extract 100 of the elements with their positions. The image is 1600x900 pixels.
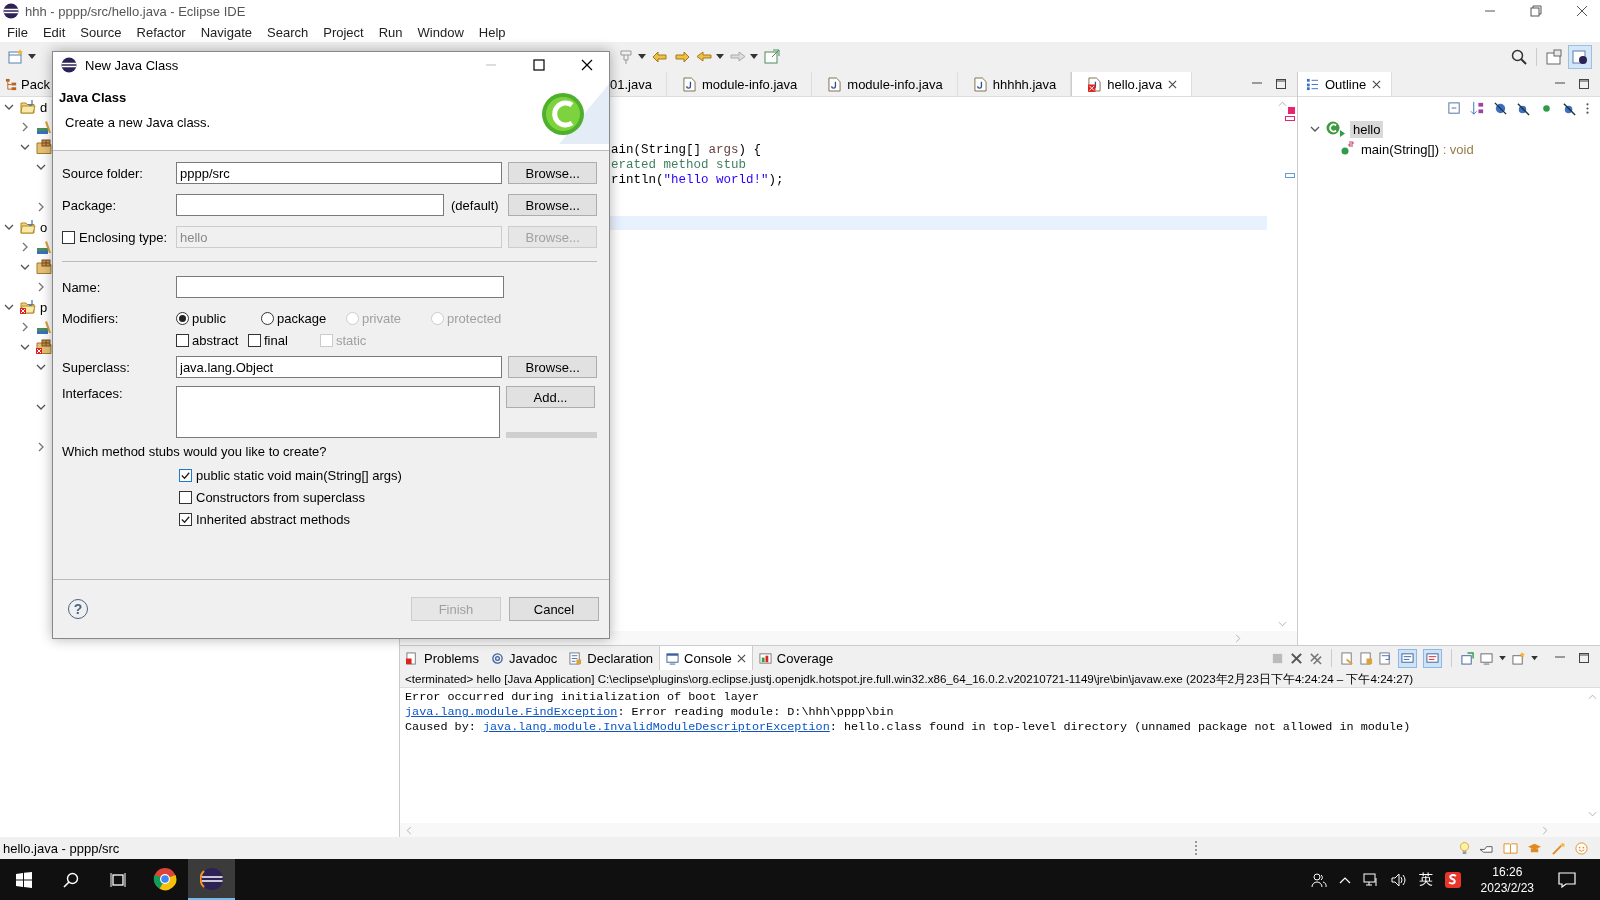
source-folder-field[interactable]: pppp/src <box>176 162 503 184</box>
editor-tab[interactable]: hhhhh.java <box>957 72 1072 96</box>
browse-button[interactable]: Browse... <box>508 194 597 216</box>
notifications-icon[interactable] <box>1558 871 1576 888</box>
previous-edit-icon[interactable] <box>652 49 668 65</box>
dropdown-arrow-icon[interactable] <box>638 54 646 60</box>
menu-item[interactable]: Help <box>478 24 506 40</box>
volume-icon[interactable] <box>1390 871 1407 888</box>
dialog-button[interactable]: Cancel <box>509 597 599 621</box>
menu-item[interactable]: Project <box>323 24 364 40</box>
taskbar-app[interactable] <box>188 859 235 900</box>
menu-item[interactable]: Source <box>80 24 122 40</box>
close-icon[interactable] <box>1372 79 1382 89</box>
scroll-lock-icon[interactable] <box>1360 651 1373 665</box>
dropdown-arrow-icon[interactable] <box>750 54 758 60</box>
hide-fields-icon[interactable] <box>1493 100 1508 116</box>
display-console-icon[interactable] <box>1480 651 1493 665</box>
project-name[interactable]: p <box>40 299 48 315</box>
checkbox[interactable] <box>248 333 261 347</box>
add-button[interactable]: Add... <box>506 386 595 408</box>
maximize-icon[interactable] <box>533 59 545 71</box>
maximize-icon[interactable] <box>1275 78 1287 90</box>
restore-icon[interactable] <box>1530 5 1542 17</box>
dialog-title: New Java Class <box>85 57 179 73</box>
close-icon[interactable] <box>1168 79 1178 89</box>
eclipse-logo-icon[interactable] <box>199 866 224 891</box>
view-tab[interactable]: Declaration <box>563 646 660 670</box>
remove-all-icon[interactable] <box>1309 651 1322 665</box>
checkbox[interactable] <box>179 490 192 504</box>
view-tab[interactable]: Console <box>659 646 753 670</box>
project-name[interactable]: o <box>40 219 48 235</box>
network-icon[interactable] <box>1362 871 1379 888</box>
outline-tab[interactable]: Outline <box>1298 72 1393 96</box>
menu-item[interactable]: Edit <box>42 24 66 40</box>
people-icon[interactable] <box>1310 871 1327 888</box>
tree-item[interactable]: hello <box>1350 120 1384 138</box>
checkbox[interactable] <box>179 512 192 526</box>
dropdown-arrow-icon[interactable] <box>716 54 724 60</box>
open-task-icon[interactable] <box>764 49 780 65</box>
error-marker-icon[interactable] <box>1288 107 1295 114</box>
interfaces-list[interactable] <box>176 386 500 438</box>
dropdown-arrow-icon[interactable] <box>1531 655 1538 661</box>
menu-item[interactable]: File <box>7 24 28 40</box>
menu-item[interactable]: Run <box>378 24 403 40</box>
occurrence-marker-icon[interactable] <box>1285 173 1295 178</box>
new-console-icon[interactable] <box>1512 651 1525 665</box>
dropdown-arrow-icon[interactable] <box>28 54 36 60</box>
task-view-icon[interactable] <box>109 871 126 888</box>
remove-launch-icon[interactable] <box>1290 651 1303 665</box>
stack-trace-link[interactable]: java.lang.module.InvalidModuleDescriptorException <box>482 720 830 734</box>
close-icon[interactable] <box>581 59 593 71</box>
name-field[interactable] <box>176 276 504 298</box>
sogou-icon[interactable] <box>1444 871 1461 888</box>
dropdown-arrow-icon[interactable] <box>1499 655 1506 661</box>
clock[interactable]: 16:26 2023/2/23 <box>1480 859 1534 900</box>
project-name[interactable]: d <box>40 99 48 115</box>
error-marker-icon[interactable] <box>1285 116 1295 121</box>
menu-item[interactable]: Search <box>267 24 309 40</box>
package-field[interactable] <box>176 194 444 216</box>
open-perspective-icon[interactable] <box>1546 49 1562 65</box>
view-tab[interactable]: Problems <box>400 646 485 670</box>
search-icon[interactable] <box>1511 49 1527 65</box>
input-method-indicator[interactable]: 英 <box>1418 870 1433 889</box>
checkbox[interactable] <box>176 333 189 347</box>
stack-trace-link[interactable]: java.lang.module.FindException <box>405 705 618 719</box>
checkbox-label: public static void main(String[] args) <box>196 467 402 483</box>
word-wrap-icon[interactable] <box>1379 651 1392 665</box>
checkbox[interactable] <box>179 468 192 482</box>
editor-tab[interactable]: module-info.java <box>812 72 958 96</box>
radio-button[interactable] <box>176 311 189 325</box>
browse-button[interactable]: Browse... <box>508 356 597 378</box>
package-explorer-icon <box>5 77 18 91</box>
menu-item[interactable]: Window <box>417 24 464 40</box>
sort-icon[interactable] <box>1470 100 1485 116</box>
chrome-logo-icon[interactable] <box>152 866 177 891</box>
chevron-up-icon[interactable] <box>1338 875 1351 884</box>
windows-logo-icon[interactable] <box>15 871 32 888</box>
tree-item[interactable]: main(String[]) : void <box>1358 140 1477 158</box>
superclass-field[interactable]: java.lang.Object <box>176 356 503 378</box>
browse-button[interactable]: Browse... <box>508 162 597 184</box>
next-edit-icon[interactable] <box>674 49 690 65</box>
maximize-icon[interactable] <box>1578 652 1590 664</box>
view-tab[interactable]: Javadoc <box>484 646 564 670</box>
hide-static-icon[interactable] <box>1516 100 1531 116</box>
hide-local-types-icon[interactable] <box>1562 100 1577 116</box>
close-icon[interactable] <box>736 653 746 663</box>
maximize-icon[interactable] <box>1578 78 1590 90</box>
collapse-all-icon[interactable] <box>1447 100 1462 116</box>
menu-item[interactable]: Refactor <box>136 24 186 40</box>
clear-console-icon[interactable] <box>1341 651 1354 665</box>
menu-item[interactable]: Navigate <box>200 24 252 40</box>
editor-tab[interactable]: hello.java <box>1071 72 1193 96</box>
view-tab[interactable]: Pack <box>0 76 50 92</box>
search-icon[interactable] <box>62 871 79 888</box>
close-icon[interactable] <box>1576 5 1588 17</box>
view-menu-icon[interactable] <box>1585 100 1590 116</box>
radio-button[interactable] <box>261 311 274 325</box>
view-tab[interactable]: Coverage <box>752 646 840 670</box>
editor-tab[interactable]: module-info.java <box>666 72 813 96</box>
pin-console-icon[interactable] <box>1461 651 1474 665</box>
